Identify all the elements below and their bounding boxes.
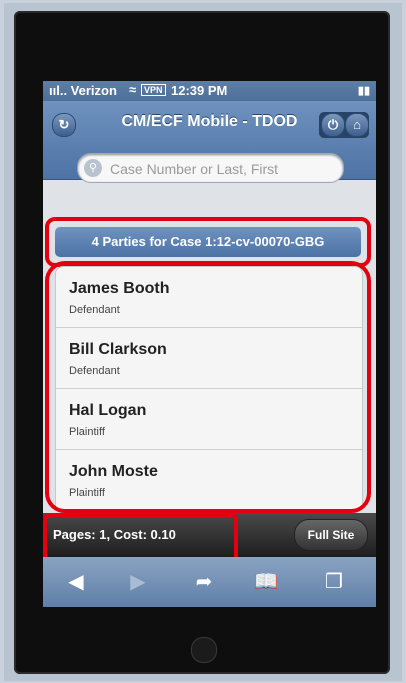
home-icon[interactable]: ⌂ [345, 113, 369, 137]
header-button-group: ⏻ ⌂ [319, 112, 369, 138]
browser-toolbar: ◀ ▶ ➦ 📖 ❐ [43, 557, 376, 607]
parties-list-highlight [45, 261, 371, 513]
search-input[interactable] [108, 158, 337, 180]
home-button[interactable] [191, 637, 217, 663]
share-icon[interactable]: ➦ [189, 570, 219, 594]
full-site-button[interactable]: Full Site [294, 519, 368, 551]
carrier-signal: ııl.. Verizon [49, 83, 117, 98]
bookmarks-icon[interactable]: 📖 [251, 570, 281, 594]
tabs-icon[interactable]: ❐ [319, 570, 349, 594]
search-field[interactable]: ⚲ [77, 153, 344, 183]
app-header: ↻ CM/ECF Mobile - TDOD ⏻ ⌂ ⚲ [43, 101, 376, 183]
forward-arrow-icon[interactable]: ▶ [123, 570, 153, 594]
search-icon: ⚲ [84, 159, 102, 177]
case-info-highlight [45, 217, 371, 267]
back-arrow-icon[interactable]: ◀ [61, 570, 91, 594]
battery-icon: ▮▮ [357, 85, 370, 97]
status-bar: ııl.. Verizon ≈ VPN 12:39 PM ▮▮ [43, 81, 376, 101]
power-icon[interactable]: ⏻ [321, 113, 345, 137]
screen: ııl.. Verizon ≈ VPN 12:39 PM ▮▮ ↻ CM/ECF… [43, 81, 376, 607]
vpn-badge: VPN [141, 84, 166, 96]
status-time: 12:39 PM [171, 83, 228, 98]
wifi-icon: ≈ [129, 82, 137, 97]
pages-cost-highlight [43, 514, 238, 562]
